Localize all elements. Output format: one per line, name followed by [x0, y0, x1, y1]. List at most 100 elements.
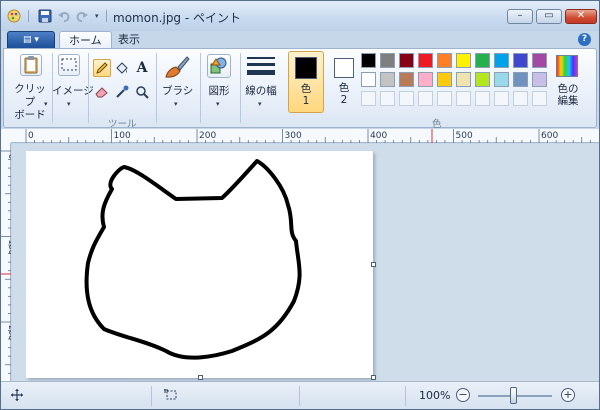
drawing-canvas[interactable]: [26, 151, 373, 378]
custom-color-slot[interactable]: [437, 91, 452, 106]
palette-swatch[interactable]: [494, 53, 509, 68]
custom-color-slot[interactable]: [380, 91, 395, 106]
brush-icon: [165, 56, 190, 78]
ruler-label: 100: [7, 240, 11, 255]
zoom-out-button[interactable]: −: [456, 388, 470, 402]
chevron-down-icon: ▾: [258, 100, 262, 108]
palette-swatch[interactable]: [418, 53, 433, 68]
help-icon[interactable]: ?: [578, 33, 591, 46]
color1-label: 色 1: [300, 83, 312, 107]
palette-swatch[interactable]: [456, 72, 471, 87]
palette-swatch[interactable]: [380, 72, 395, 87]
text-tool[interactable]: A: [133, 59, 151, 77]
tab-view[interactable]: 表示: [109, 31, 149, 49]
paint-window: ▾ momon.jpg - ペイント – ▭ ✕ ▤ ▾ ホーム 表示 ? クリ…: [0, 0, 600, 410]
pencil-icon: [96, 62, 108, 74]
ruler-label: 200: [199, 131, 216, 141]
palette-swatch[interactable]: [475, 72, 490, 87]
color-picker-icon: [116, 85, 129, 98]
undo-icon[interactable]: [57, 9, 71, 23]
paint-app-icon[interactable]: [7, 9, 21, 23]
minimize-button[interactable]: –: [507, 9, 533, 24]
palette-swatch[interactable]: [475, 53, 490, 68]
custom-color-slot[interactable]: [475, 91, 490, 106]
custom-color-slot[interactable]: [532, 91, 547, 106]
magnifier-tool[interactable]: [133, 83, 151, 101]
resize-handle-corner[interactable]: [371, 375, 376, 380]
custom-color-slot[interactable]: [494, 91, 509, 106]
color1-button[interactable]: 色 1: [288, 51, 324, 113]
palette-swatch[interactable]: [532, 53, 547, 68]
zoom-slider-thumb[interactable]: [510, 387, 517, 404]
horizontal-ruler: 0 100 200 300 400 500 600: [11, 129, 599, 143]
color2-label: 色 2: [338, 82, 350, 106]
palette-swatch[interactable]: [513, 72, 528, 87]
resize-handle-bottom[interactable]: [198, 375, 203, 380]
divider: [156, 53, 157, 123]
ruler-corner: [1, 129, 11, 143]
color1-swatch: [295, 57, 317, 79]
ruler-label: 600: [541, 131, 558, 141]
line-width-label: 線の幅: [245, 85, 277, 97]
palette-swatch[interactable]: [494, 72, 509, 87]
custom-color-slot[interactable]: [418, 91, 433, 106]
chevron-down-icon: ▾: [44, 100, 48, 108]
palette-swatch[interactable]: [380, 53, 395, 68]
ribbon: クリップ ボード ▾ イメージ ▾ A ツール ブラシ ▾ 図形 ▾ 線の幅 ▾…: [3, 48, 597, 130]
palette-swatch[interactable]: [456, 53, 471, 68]
quick-access-dropdown[interactable]: ▾: [95, 12, 99, 20]
palette-swatch[interactable]: [361, 72, 376, 87]
divider: [88, 53, 89, 123]
vertical-ruler: 0 100 200: [1, 143, 11, 381]
chevron-down-icon: ▾: [174, 100, 178, 108]
ruler-label: 500: [456, 131, 473, 141]
palette-swatch[interactable]: [361, 53, 376, 68]
maximize-button[interactable]: ▭: [536, 9, 562, 24]
ruler-label: 100: [114, 131, 131, 141]
tab-home[interactable]: ホーム: [59, 31, 112, 49]
cat-face-drawing: [84, 159, 302, 360]
palette-swatch[interactable]: [437, 72, 452, 87]
palette-swatch[interactable]: [399, 53, 414, 68]
divider: [151, 386, 152, 406]
custom-color-slot[interactable]: [513, 91, 528, 106]
magnifier-icon: [136, 86, 149, 99]
palette-swatch[interactable]: [532, 72, 547, 87]
shapes-icon: [207, 54, 231, 78]
redo-icon[interactable]: [75, 9, 89, 23]
paint-menu-button[interactable]: ▤ ▾: [7, 31, 55, 49]
palette-swatch[interactable]: [437, 53, 452, 68]
color-picker-tool[interactable]: [113, 83, 131, 101]
fill-tool[interactable]: [113, 59, 131, 77]
divider: [240, 53, 241, 123]
window-title: momon.jpg - ペイント: [113, 11, 242, 25]
resize-handle-right[interactable]: [371, 262, 376, 267]
zoom-level: 100%: [419, 389, 451, 402]
selection-size-icon: [164, 389, 177, 400]
ruler-label: 0: [7, 154, 11, 159]
close-button[interactable]: ✕: [565, 9, 597, 24]
custom-color-slot[interactable]: [456, 91, 471, 106]
ruler-ticks: 0 100 200 300 400 500 600: [25, 129, 591, 143]
color2-swatch: [334, 58, 354, 78]
save-icon[interactable]: [38, 9, 52, 23]
pencil-tool[interactable]: [93, 59, 111, 77]
palette-swatch[interactable]: [418, 72, 433, 87]
custom-color-slot[interactable]: [399, 91, 414, 106]
tools-group-label: ツール: [108, 119, 137, 130]
custom-color-slot[interactable]: [361, 91, 376, 106]
palette-swatch[interactable]: [399, 72, 414, 87]
divider: [200, 53, 201, 123]
fill-icon: [116, 62, 128, 74]
title-bar: ▾ momon.jpg - ペイント – ▭ ✕: [1, 1, 599, 31]
ruler-label: 400: [370, 131, 387, 141]
chevron-down-icon: ▾: [67, 100, 71, 108]
zoom-in-button[interactable]: +: [561, 388, 575, 402]
color2-button[interactable]: 色 2: [328, 51, 360, 113]
chevron-down-icon: ▾: [216, 100, 220, 108]
eraser-tool[interactable]: [93, 83, 111, 101]
palette-swatch[interactable]: [513, 53, 528, 68]
ribbon-tab-row: ▤ ▾ ホーム 表示 ?: [1, 31, 599, 49]
line-width-icon: [247, 57, 275, 75]
divider: [405, 386, 406, 406]
